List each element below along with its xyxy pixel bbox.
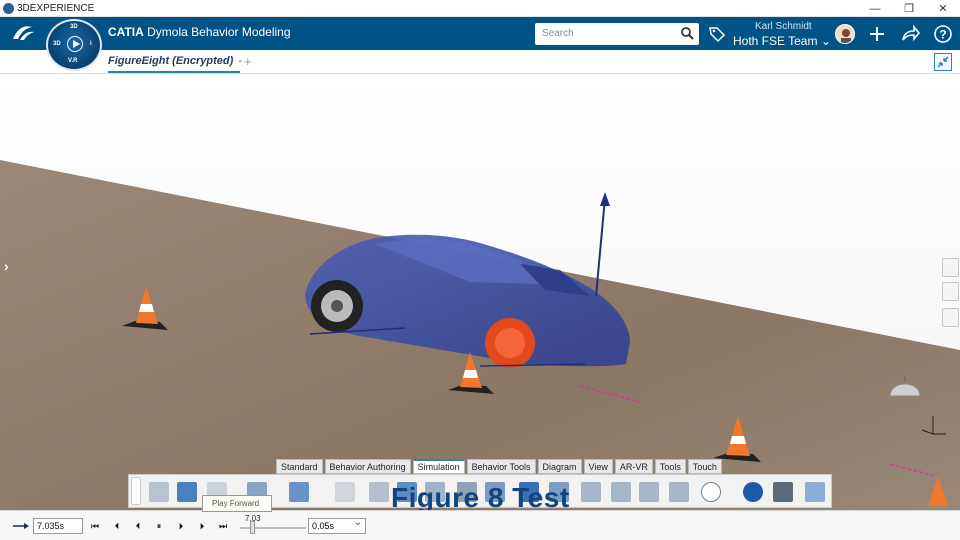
chart-icon[interactable] <box>581 482 601 502</box>
tab-ar-vr[interactable]: AR-VR <box>614 459 653 474</box>
share-icon[interactable] <box>900 24 920 44</box>
compass-widget[interactable]: 3D 3D V.R i <box>46 19 102 71</box>
search-input[interactable]: Search <box>542 28 574 39</box>
app-name: Dymola Behavior Modeling <box>147 25 291 39</box>
step-back-button[interactable]: ⏴ <box>110 519 124 533</box>
play-icon[interactable] <box>67 36 83 52</box>
play-forward-tooltip: Play Forward <box>202 495 272 512</box>
rewind-to-start-button[interactable]: ⏮ <box>88 519 102 533</box>
tab-behavior-tools[interactable]: Behavior Tools <box>466 459 536 474</box>
command-tabs: Standard Behavior Authoring Simulation B… <box>276 459 722 474</box>
compass-bottom-label: V.R <box>68 58 78 64</box>
time-arrow-icon <box>13 523 29 529</box>
camera-icon[interactable] <box>773 482 793 502</box>
brand-name: CATIA <box>108 25 144 39</box>
play-animation-icon[interactable] <box>743 482 763 502</box>
document-tabstrip: FigureEight (Encrypted) - + <box>0 50 960 74</box>
minimize-button[interactable]: — <box>858 0 892 17</box>
tag-icon[interactable] <box>708 25 726 43</box>
tab-tools[interactable]: Tools <box>654 459 686 474</box>
close-button[interactable]: ✕ <box>926 0 960 17</box>
copy-icon[interactable] <box>177 482 197 502</box>
compass-right-label: i <box>90 41 92 47</box>
step-size-select[interactable]: 0.05s <box>308 517 366 534</box>
add-icon[interactable] <box>867 24 887 44</box>
compass-top-label: 3D <box>70 24 78 30</box>
current-time-field[interactable]: 7.035s <box>33 518 83 534</box>
export-icon[interactable] <box>335 482 355 502</box>
play-forward-button[interactable]: ⏵ <box>195 519 209 533</box>
help-icon[interactable]: ? <box>933 24 953 44</box>
team-selector[interactable]: Hoth FSE Team ⌄ <box>733 34 831 48</box>
tree-icon[interactable] <box>942 282 959 301</box>
compass-left-label: 3D <box>53 41 61 47</box>
tab-figureeight[interactable]: FigureEight (Encrypted) - <box>108 55 242 67</box>
document-icon[interactable] <box>611 482 631 502</box>
folder-icon[interactable] <box>942 308 959 327</box>
search-box[interactable]: Search <box>535 23 699 45</box>
edit-report-icon[interactable] <box>669 482 689 502</box>
tab-menu-icon[interactable]: - <box>238 55 242 67</box>
play-backward-button[interactable]: ⏴ <box>131 519 145 533</box>
svg-text:?: ? <box>939 28 946 42</box>
user-name[interactable]: Karl Schmidt <box>755 21 812 32</box>
dassault-logo-icon[interactable] <box>10 23 36 48</box>
add-tab-button[interactable]: + <box>244 54 252 69</box>
player-bar: 7.035s ⏮ ⏴ ⏴ ⏸ ⏵ ⏵ ⏭ 7.03 0.05s <box>0 510 960 540</box>
tab-simulation[interactable]: Simulation <box>412 459 465 474</box>
comment-icon[interactable] <box>942 258 959 277</box>
tab-label[interactable]: FigureEight (Encrypted) <box>108 55 233 67</box>
3dexperience-logo-icon <box>3 2 14 14</box>
update-icon[interactable] <box>289 482 309 502</box>
law-icon[interactable] <box>701 482 721 502</box>
settings-icon[interactable] <box>805 482 825 502</box>
toolbar-collapse-icon[interactable] <box>131 477 141 505</box>
go-to-end-button[interactable]: ⏭ <box>216 519 230 533</box>
search-icon[interactable] <box>680 26 694 40</box>
window-title: 3DEXPERIENCE <box>17 2 95 14</box>
tab-standard[interactable]: Standard <box>276 459 323 474</box>
window-titlebar: 3DEXPERIENCE — ❐ ✕ <box>0 0 960 17</box>
active-tab-indicator <box>108 71 240 73</box>
tab-diagram[interactable]: Diagram <box>537 459 582 474</box>
avatar[interactable] <box>835 24 855 44</box>
expand-panel-icon[interactable]: › <box>4 258 9 274</box>
step-forward-button[interactable]: ⏵ <box>174 519 188 533</box>
restore-button[interactable]: ❐ <box>892 0 926 17</box>
tab-touch[interactable]: Touch <box>687 459 722 474</box>
selection-icon[interactable] <box>369 482 389 502</box>
app-title: CATIA Dymola Behavior Modeling <box>108 25 291 39</box>
pause-button[interactable]: ⏸ <box>152 519 166 533</box>
collapse-icon[interactable] <box>934 53 952 71</box>
time-slider-handle[interactable] <box>250 521 255 534</box>
tab-view[interactable]: View <box>583 459 613 474</box>
tab-behavior-authoring[interactable]: Behavior Authoring <box>324 459 411 474</box>
cut-icon[interactable] <box>149 482 169 502</box>
app-header: CATIA Dymola Behavior Modeling Search Ka… <box>0 17 960 50</box>
report-icon[interactable] <box>639 482 659 502</box>
